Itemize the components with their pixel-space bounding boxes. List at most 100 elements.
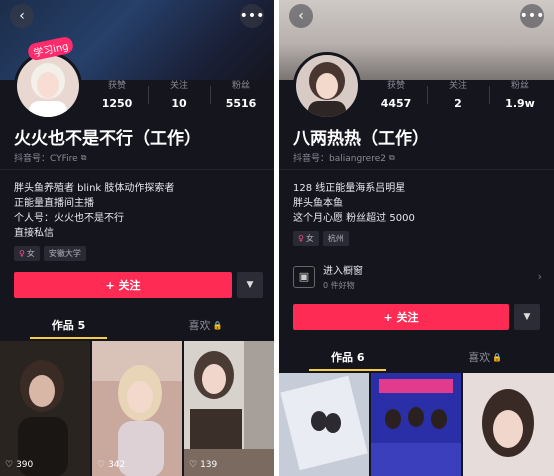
- tag-text: 安徽大学: [48, 249, 81, 258]
- tab-likes[interactable]: 喜欢 🔒: [417, 343, 554, 371]
- bio-line: 这个月心愿 粉丝超过 5000: [293, 213, 415, 224]
- tag-gender: ♀ 女: [14, 246, 40, 261]
- video-thumbnail[interactable]: ♡ 342: [92, 341, 182, 476]
- bio-line: 胖头鱼本鱼: [293, 198, 343, 209]
- content-tabs: 作品 5 喜欢 🔒: [0, 311, 274, 339]
- dropdown-icon: ▼: [246, 280, 254, 290]
- more-icon: •••: [239, 8, 265, 24]
- profile-tags: ♀ 女 杭州: [293, 231, 349, 246]
- video-thumbnail[interactable]: [371, 373, 461, 476]
- bio-line: 胖头鱼养殖者 blink 肢体动作探索者: [14, 183, 175, 194]
- copy-icon[interactable]: ⧉: [389, 153, 395, 163]
- more-icon: •••: [519, 8, 545, 24]
- shop-icon: ▣: [293, 265, 315, 288]
- stat-label: 获赞: [107, 81, 126, 91]
- shop-window-entry[interactable]: ▣ 进入橱窗 0 件好物: [293, 262, 363, 291]
- tab-label: 作品 6: [331, 351, 365, 364]
- stat-label: 粉丝: [231, 81, 250, 91]
- avatar[interactable]: [14, 52, 82, 120]
- tag-gender: ♀ 女: [293, 231, 319, 246]
- stat-value: 10: [171, 97, 187, 110]
- follow-button[interactable]: + 关注: [293, 304, 509, 330]
- stat-label: 获赞: [386, 81, 405, 91]
- back-button[interactable]: ‹: [10, 4, 34, 28]
- back-icon: ‹: [19, 8, 25, 24]
- divider: [0, 169, 274, 170]
- douyin-id[interactable]: 抖音号：CYFire ⧉: [14, 151, 87, 165]
- stat-value: 1250: [101, 97, 133, 110]
- tab-works[interactable]: 作品 5: [0, 311, 137, 339]
- tag-location: 杭州: [322, 231, 349, 246]
- stat-following[interactable]: 关注 2: [427, 78, 489, 110]
- likes-count: 139: [200, 460, 218, 470]
- profile-bio: 128 线正能量海系吕明星 胖头鱼本鱼 这个月心愿 粉丝超过 5000: [293, 181, 415, 226]
- stat-value: 1.9w: [505, 97, 535, 110]
- stat-value: 5516: [225, 97, 257, 110]
- tab-works[interactable]: 作品 6: [279, 343, 417, 371]
- tab-label: 作品 5: [51, 319, 86, 332]
- stat-followers[interactable]: 粉丝 5516: [210, 78, 272, 110]
- bio-line: 正能量直播间主播: [14, 198, 94, 209]
- douyin-id[interactable]: 抖音号：baliangrere2 ⧉: [293, 151, 395, 165]
- video-likes: ♡ 139: [189, 460, 217, 470]
- avatar[interactable]: [293, 52, 361, 120]
- profile-tags: ♀ 女 安徽大学: [14, 246, 86, 261]
- stat-likes[interactable]: 获赞 4457: [365, 78, 427, 110]
- profile-panel-left: ‹ ••• 学习ing 获赞 1250 关注 10 粉丝 5516 火火也不是不…: [0, 0, 274, 476]
- video-grid: ♡ 390 ♡ 342 ♡ 139: [0, 341, 274, 476]
- recommend-dropdown-button[interactable]: ▼: [514, 304, 540, 330]
- likes-count: 390: [16, 460, 34, 470]
- douyin-id-text: 抖音号：baliangrere2: [293, 154, 386, 164]
- bio-line: 128 线正能量海系吕明星: [293, 183, 406, 194]
- back-button[interactable]: ‹: [289, 4, 313, 28]
- follow-button[interactable]: + 关注: [14, 272, 232, 298]
- back-icon: ‹: [298, 8, 304, 24]
- shop-subtitle: 0 件好物: [323, 281, 355, 290]
- stat-label: 关注: [448, 81, 467, 91]
- video-grid: [279, 373, 554, 476]
- female-icon: ♀: [19, 249, 25, 258]
- heart-icon: ♡: [189, 460, 198, 470]
- stat-likes[interactable]: 获赞 1250: [86, 78, 148, 110]
- profile-name: 八两热热（工作）: [293, 129, 429, 149]
- tab-label: 喜欢: [468, 351, 491, 364]
- lock-icon: 🔒: [492, 352, 503, 362]
- video-thumbnail[interactable]: ♡ 139: [184, 341, 274, 476]
- female-icon: ♀: [298, 234, 304, 243]
- dropdown-icon: ▼: [523, 312, 531, 322]
- video-likes: ♡ 390: [5, 460, 33, 470]
- profile-stats: 获赞 4457 关注 2 粉丝 1.9w: [365, 78, 551, 110]
- stat-value: 4457: [380, 97, 412, 110]
- content-tabs: 作品 6 喜欢 🔒: [279, 343, 554, 371]
- video-thumbnail[interactable]: [279, 373, 369, 476]
- profile-stats: 获赞 1250 关注 10 粉丝 5516: [86, 78, 272, 110]
- stat-following[interactable]: 关注 10: [148, 78, 210, 110]
- tab-label: 喜欢: [188, 319, 211, 332]
- profile-bio: 胖头鱼养殖者 blink 肢体动作探索者 正能量直播间主播 个人号：火火也不是不…: [14, 181, 174, 241]
- shop-title: 进入橱窗: [323, 266, 363, 277]
- bio-line: 直接私信: [14, 228, 54, 239]
- douyin-id-text: 抖音号：CYFire: [14, 154, 78, 164]
- bio-line: 个人号：火火也不是不行: [14, 213, 124, 224]
- lock-icon: 🔒: [212, 320, 223, 330]
- heart-icon: ♡: [5, 460, 14, 470]
- video-likes: ♡ 342: [97, 460, 125, 470]
- tag-text: 杭州: [327, 234, 344, 243]
- copy-icon[interactable]: ⧉: [81, 153, 87, 163]
- tag-text: 女: [26, 249, 35, 258]
- profile-name: 火火也不是不行（工作）: [14, 129, 201, 149]
- chevron-right-icon: ›: [537, 270, 542, 283]
- stat-label: 粉丝: [510, 81, 529, 91]
- tab-likes[interactable]: 喜欢 🔒: [137, 311, 274, 339]
- video-thumbnail[interactable]: ♡ 390: [0, 341, 90, 476]
- video-thumbnail[interactable]: [463, 373, 554, 476]
- heart-icon: ♡: [97, 460, 106, 470]
- recommend-dropdown-button[interactable]: ▼: [237, 272, 263, 298]
- stat-label: 关注: [169, 81, 188, 91]
- more-button[interactable]: •••: [520, 4, 544, 28]
- more-button[interactable]: •••: [240, 4, 264, 28]
- stat-followers[interactable]: 粉丝 1.9w: [489, 78, 551, 110]
- tag-school: 安徽大学: [43, 246, 86, 261]
- divider: [279, 169, 554, 170]
- tag-text: 女: [305, 234, 314, 243]
